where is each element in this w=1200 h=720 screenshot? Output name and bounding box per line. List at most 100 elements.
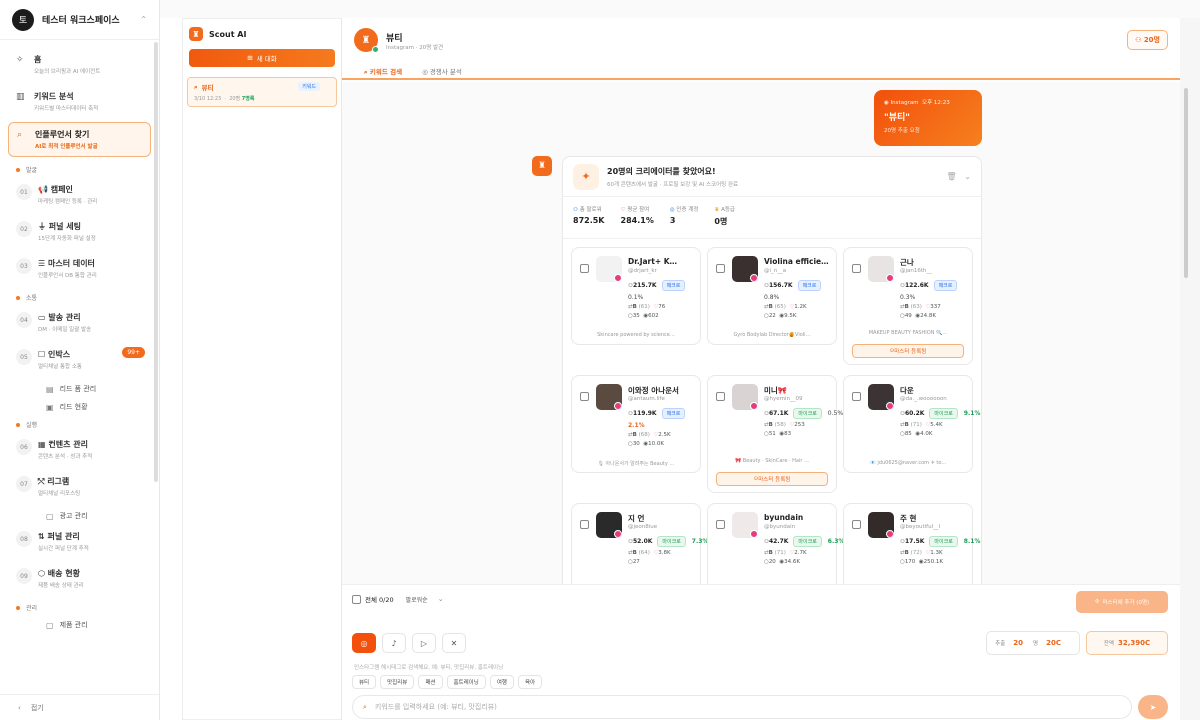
trash-icon[interactable]: 🗑 <box>947 172 957 181</box>
creator-name[interactable]: 주 현 <box>900 513 966 524</box>
creator-checkbox[interactable] <box>716 392 725 401</box>
user-query: "뷰티" <box>884 113 910 123</box>
creator-name[interactable]: 지 언 <box>628 513 694 524</box>
sidebar-item-funnel-manage[interactable]: 08 ⇅ 퍼널 관리 실시간 퍼널 단계 추적 <box>8 525 151 558</box>
sidebar-item-campaign[interactable]: 01 📢 캠페인 마케팅 캠페인 등록 · 관리 <box>8 178 151 211</box>
youtube-button[interactable]: ▷ <box>412 633 436 653</box>
new-chat-button[interactable]: ⊞ 새 대화 <box>189 49 335 67</box>
inbox-icon: ☐ <box>38 350 48 359</box>
sparkle-icon: ✧ <box>16 55 24 65</box>
creator-name[interactable]: byundain <box>764 513 830 522</box>
creator-name[interactable]: Violina efficie… <box>764 257 830 266</box>
add-to-master-button[interactable]: ✣ 마스터에 추가 (0명) <box>1076 591 1168 613</box>
creator-card[interactable]: 주 현 @beyoutiful__l ⚇ 17.5K 마이크로 8.1% ⇄ B (72)… <box>843 503 980 584</box>
sidebar-item-delivery[interactable]: 09 ⬡ 배송 현황 제품 배송 상태 관리 <box>8 562 151 595</box>
creator-card[interactable]: 이와정 아나운서 @antaum.life ⚇ 119.9K 매크로 2.1% ⇄ B (… <box>571 375 701 473</box>
creator-checkbox[interactable] <box>716 264 725 273</box>
keyword-chip[interactable]: 홈트레이닝 <box>446 675 486 689</box>
sidebar-item-home[interactable]: ✧ 홈 오늘의 브리핑과 AI 에이전트 <box>8 48 151 81</box>
creator-checkbox[interactable] <box>580 392 589 401</box>
sidebar-item-master-data[interactable]: 03 ☰ 마스터 데이터 인플루언서 DB 통합 관리 <box>8 252 151 285</box>
result-count-badge[interactable]: ⚇ 20명 <box>1127 30 1168 50</box>
sidebar-sub-lead-form[interactable]: ▤ 리드 폼 관리 <box>8 380 151 398</box>
creator-card[interactable]: 다운 @da._.woooooon ⚇ 60.2K 마이크로 9.1% ⇄ B (71) … <box>843 375 980 473</box>
creator-card[interactable]: Violina efficie… @i_n__a ⚇ 156.7K 매크로 0.8% ⇄ … <box>707 247 837 345</box>
sidebar-sub-last[interactable]: ▢ 제품 관리 <box>8 616 151 634</box>
creator-checkbox[interactable] <box>580 264 589 273</box>
creator-checkbox[interactable] <box>852 392 861 401</box>
chevron-down-icon[interactable]: ⌄ <box>964 172 971 181</box>
keyword-chip[interactable]: 패션 <box>418 675 443 689</box>
tab-competitor[interactable]: ◎ 경쟁사 분석 <box>412 62 472 84</box>
sidebar-item-keyword[interactable]: ▥ 키워드 분석 키워드별 마스터데이터 축적 <box>8 85 151 118</box>
collapse-button[interactable]: ‹ 접기 <box>0 694 159 720</box>
extract-cost[interactable]: 추출 20 명 20C <box>986 631 1080 655</box>
composer-area: 전체 0/20 팔로워순 ⌄ ✣ 마스터에 추가 (0명) ◎ ♪ ▷ ✕ 추출 2… <box>342 584 1180 720</box>
creator-name[interactable]: 다운 <box>900 385 966 396</box>
creator-checkbox[interactable] <box>852 264 861 273</box>
sidebar-item-content[interactable]: 06 ▦ 컨텐츠 관리 콘텐츠 분석 · 성과 추적 <box>8 433 151 466</box>
sidebar-item-desc: 제품 배송 상태 관리 <box>38 583 84 589</box>
creator-checkbox[interactable] <box>716 520 725 529</box>
creator-card[interactable]: 미니🎀 @hyemin__09 ⚇ 67.1K 마이크로 0.5% ⇄ B (58) ♡ … <box>707 375 843 493</box>
sort-select[interactable]: 팔로워순 <box>406 595 428 604</box>
engagement-rate: 8.1% <box>963 538 981 545</box>
creator-name[interactable]: Dr.Jart+ K… <box>628 257 694 266</box>
creator-followers: 215.7K <box>632 282 657 289</box>
sidebar-item-label: 키워드 분석 <box>34 92 74 101</box>
keyword-input[interactable]: ⌕ 키워드를 입력하세요 (예: 뷰티, 맛집리뷰) <box>352 695 1132 719</box>
platform-switcher: ◎ ♪ ▷ ✕ <box>352 633 472 653</box>
creator-name[interactable]: 미니🎀 <box>764 385 830 396</box>
sidebar-item-regram[interactable]: 07 ⤲ 리그램 멀티채널 리포스팅 <box>8 470 151 503</box>
master-registered-button[interactable]: ⊙ 마스터 등록됨 <box>852 344 964 358</box>
scroll-thumb[interactable] <box>1184 88 1188 278</box>
keyword-chip[interactable]: 맛집리뷰 <box>380 675 415 689</box>
creator-comments: 49 <box>904 313 912 319</box>
youtube-icon: ▷ <box>420 638 428 648</box>
x-button[interactable]: ✕ <box>442 633 466 653</box>
creator-followers: 60.2K <box>904 410 925 417</box>
master-registered-button[interactable]: ⊙ 마스터 등록됨 <box>716 472 828 486</box>
section-label: 소통 <box>8 289 151 306</box>
sidebar-item-inbox[interactable]: 05 ☐ 인박스 멀티채널 통합 소통 99+ <box>8 343 151 376</box>
workspace-logo: 토 <box>12 8 34 31</box>
keyword-chip[interactable]: 육아 <box>517 675 543 689</box>
select-all-checkbox[interactable] <box>352 594 361 604</box>
sidebar-sub-lead-status[interactable]: ▣ 리드 현황 <box>8 398 151 416</box>
sidebar-sub-ad[interactable]: ▢ 광고 관리 <box>8 507 151 525</box>
creator-card[interactable]: 지 언 @jeon8iue ⚇ 52.0K 마이크로 7.3% ⇄ B (64) ♡ 3.… <box>571 503 708 584</box>
sidebar-scrollbar[interactable] <box>154 42 158 482</box>
creator-handle: @drjart_kr <box>628 268 657 274</box>
stat-followers: ⚇ 총 팔로워 872.5K <box>573 207 605 225</box>
keyword-chip[interactable]: 뷰티 <box>352 675 377 689</box>
workspace-switcher[interactable]: 토 테스터 워크스페이스 ⌃ <box>0 0 159 40</box>
search-hint: 인스타그램 해시태그로 검색해요. 예: 뷰티, 맛집리뷰, 홈트레이닝 <box>354 665 504 671</box>
creator-name[interactable]: 이와정 아나운서 <box>628 385 694 396</box>
sidebar-item-desc: AI로 최적 인플루언서 발굴 <box>35 144 98 150</box>
tier-badge: 매크로 <box>661 280 686 291</box>
creator-checkbox[interactable] <box>852 520 861 529</box>
creator-card[interactable]: 근나 @jan16th__ ⚇ 122.6K 매크로 0.3% ⇄ B (63) ♡ 33… <box>843 247 973 365</box>
creator-likes: 253 <box>794 422 805 428</box>
chevron-updown-icon: ⌃ <box>140 15 147 24</box>
sidebar-item-find-influencer[interactable]: ⌕ 인플루언서 찾기 AI로 최적 인플루언서 발굴 <box>8 122 151 157</box>
creator-name[interactable]: 근나 <box>900 257 966 268</box>
tiktok-button[interactable]: ♪ <box>382 633 406 653</box>
sidebar-item-label: 발송 관리 <box>48 313 81 322</box>
creator-card[interactable]: Dr.Jart+ K… @drjart_kr ⚇ 215.7K 매크로 0.1% ⇄ B … <box>571 247 701 345</box>
keyword-chip[interactable]: 여행 <box>489 675 514 689</box>
step-number: 01 <box>16 184 32 200</box>
tab-keyword-search[interactable]: ⌕ 키워드 검색 <box>354 62 413 84</box>
instagram-button[interactable]: ◎ <box>352 633 376 653</box>
right-scrollbar[interactable] <box>1180 18 1200 720</box>
send-button[interactable]: ➤ <box>1138 695 1168 719</box>
sidebar-item-funnel-setting[interactable]: 02 ⏚ 퍼널 세팅 15단계 자동화 퍼널 설정 <box>8 215 151 248</box>
flow-icon: ⇅ <box>38 532 48 541</box>
chat-history-item[interactable]: ⌕ 뷰티 키워드 3/10 12:23 · 20명 7명록 <box>187 77 337 107</box>
ad-icon: ▢ <box>46 511 54 521</box>
plus-icon: ⊞ <box>247 54 253 62</box>
sidebar-item-desc: 오늘의 브리핑과 AI 에이전트 <box>34 69 101 75</box>
creator-checkbox[interactable] <box>580 520 589 529</box>
creator-card[interactable]: byundain @byundain ⚇ 42.7K 마이크로 6.3% ⇄ B (71)… <box>707 503 844 584</box>
sidebar-item-send[interactable]: 04 ▭ 발송 관리 DM · 이메일 일괄 발송 <box>8 306 151 339</box>
